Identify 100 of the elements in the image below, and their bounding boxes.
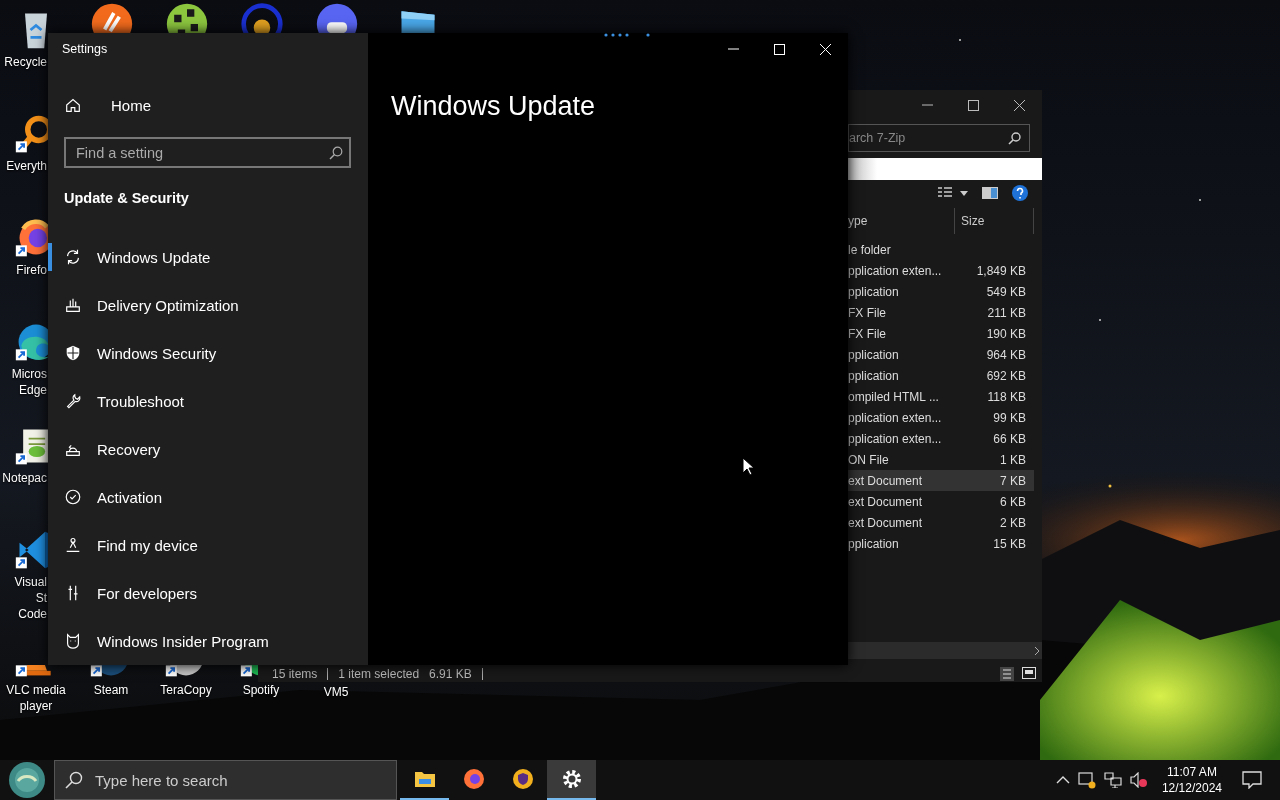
nav-item[interactable]: Activation bbox=[48, 473, 368, 521]
type-cell-text: FX File bbox=[848, 326, 887, 341]
minimize-icon bbox=[727, 48, 739, 50]
size-cell-text: 7 KB bbox=[999, 473, 1027, 488]
file-row[interactable]: pplication exten... 1,849 KB bbox=[848, 260, 1034, 281]
shield-icon bbox=[64, 344, 82, 362]
file-row[interactable]: ompiled HTML ... 118 KB bbox=[848, 386, 1034, 407]
file-row[interactable]: pplication exten... 66 KB bbox=[848, 428, 1034, 449]
scroll-right-icon[interactable] bbox=[1032, 645, 1042, 656]
file-row[interactable]: ext Document 6 KB bbox=[848, 491, 1034, 512]
page-title: Windows Update bbox=[390, 90, 597, 122]
size-cell-text: 1 KB bbox=[999, 452, 1027, 467]
file-row[interactable]: pplication 692 KB bbox=[848, 365, 1034, 386]
close-icon bbox=[1013, 99, 1025, 111]
size-cell-text: 549 KB bbox=[985, 284, 1027, 299]
type-cell-text: pplication exten... bbox=[848, 431, 943, 446]
type-cell-text: ext Document bbox=[848, 515, 924, 530]
loading-dots-icon bbox=[604, 33, 650, 37]
browser-icon bbox=[461, 767, 486, 791]
search-icon bbox=[65, 771, 83, 789]
large-icons-view-icon[interactable] bbox=[1022, 667, 1036, 679]
desktop-icon-label[interactable]: Steam bbox=[75, 682, 147, 698]
type-cell-text: ext Document bbox=[848, 473, 924, 488]
search-field[interactable]: arch 7-Zip bbox=[848, 124, 1030, 152]
file-row[interactable]: pplication exten... 99 KB bbox=[848, 407, 1034, 428]
address-bar[interactable] bbox=[848, 158, 1042, 180]
maximize-icon bbox=[967, 99, 979, 111]
help-icon[interactable] bbox=[1012, 185, 1028, 201]
size-cell-text: 692 KB bbox=[985, 368, 1027, 383]
search-icon bbox=[1008, 131, 1021, 145]
desktop-icon-label[interactable]: Spotify bbox=[225, 682, 297, 698]
item-count: 15 items bbox=[272, 668, 319, 680]
app-icon[interactable] bbox=[90, 2, 134, 33]
desktop-icon-label[interactable]: Firefo bbox=[0, 262, 47, 278]
window-title: Settings bbox=[61, 41, 109, 58]
shield-icon bbox=[510, 767, 535, 791]
type-cell-text: le folder bbox=[848, 242, 892, 257]
desktop-icon-label[interactable]: VM5 bbox=[300, 684, 372, 700]
check-circle-icon bbox=[64, 488, 82, 506]
minimize-icon bbox=[921, 104, 933, 106]
horizontal-scrollbar[interactable] bbox=[848, 642, 1042, 659]
nav-item[interactable]: Windows Insider Program bbox=[48, 617, 368, 665]
file-row[interactable]: ON File 1 KB bbox=[848, 449, 1034, 470]
file-row[interactable]: FX File 190 KB bbox=[848, 323, 1034, 344]
globe-icon[interactable] bbox=[165, 2, 209, 33]
size-cell-text: 964 KB bbox=[985, 347, 1027, 362]
column-header[interactable]: Size bbox=[955, 208, 1034, 234]
selection-info: 1 item selected bbox=[338, 668, 421, 680]
file-row[interactable]: ext Document 2 KB bbox=[848, 512, 1034, 533]
size-cell-text: 211 KB bbox=[986, 305, 1027, 320]
close-icon bbox=[819, 43, 831, 55]
cat-icon bbox=[64, 632, 82, 650]
clock-time[interactable]: 11:07 AM bbox=[1167, 764, 1217, 780]
desktop-icon-label[interactable]: TeraCopy bbox=[150, 682, 222, 698]
desktop-icon-label[interactable]: Everyth bbox=[0, 158, 47, 174]
sync-status-icon[interactable] bbox=[1077, 771, 1096, 789]
chevron-up-icon[interactable] bbox=[1055, 776, 1070, 784]
nav-item[interactable]: For developers bbox=[48, 569, 368, 617]
file-row[interactable]: FX File 211 KB bbox=[848, 302, 1034, 323]
size-cell-text: 1,849 KB bbox=[975, 263, 1027, 278]
file-row[interactable]: pplication 549 KB bbox=[848, 281, 1034, 302]
file-row[interactable]: le folder bbox=[848, 239, 1034, 260]
maximize-icon bbox=[773, 43, 785, 55]
nav-item[interactable]: Troubleshoot bbox=[48, 377, 368, 425]
clock-date[interactable]: 12/12/2024 bbox=[1161, 780, 1222, 796]
nav-item[interactable]: Windows Update bbox=[48, 233, 368, 281]
home-link[interactable]: Home bbox=[48, 81, 368, 129]
search-field[interactable]: Type here to search bbox=[54, 760, 397, 800]
type-cell-text: pplication bbox=[848, 347, 900, 362]
details-view-icon[interactable] bbox=[1000, 667, 1014, 681]
desktop-icon-label[interactable]: VLC media player bbox=[0, 682, 72, 714]
notification-icon[interactable] bbox=[1242, 771, 1262, 789]
size-cell-text: 190 KB bbox=[985, 326, 1027, 341]
desktop-icon-label[interactable]: Visual St Code bbox=[0, 574, 47, 622]
nav-item[interactable]: Windows Security bbox=[48, 329, 368, 377]
size-cell-text: 66 KB bbox=[992, 431, 1027, 446]
person-icon bbox=[64, 536, 82, 554]
app-icon[interactable] bbox=[240, 2, 284, 33]
nav-item[interactable]: Find my device bbox=[48, 521, 368, 569]
selection-size: 6.91 KB bbox=[429, 668, 473, 680]
selected-row[interactable]: ext Document 7 KB bbox=[848, 470, 1034, 491]
view-options-icon[interactable] bbox=[938, 187, 968, 199]
size-cell-text: 6 KB bbox=[999, 494, 1027, 509]
search-field[interactable]: Find a setting bbox=[64, 137, 351, 168]
size-cell-text: 2 KB bbox=[999, 515, 1027, 530]
desktop-icon-label[interactable]: Micros Edge bbox=[0, 366, 47, 398]
desktop-icon-label[interactable]: Notepac bbox=[0, 470, 47, 486]
desktop-icon-label[interactable]: Recycle bbox=[0, 54, 47, 70]
file-row[interactable]: pplication 15 KB bbox=[848, 533, 1034, 554]
nav-item[interactable]: Delivery Optimization bbox=[48, 281, 368, 329]
taskbar-app[interactable] bbox=[547, 760, 596, 800]
speaker-muted-icon[interactable] bbox=[1129, 772, 1148, 788]
cursor-icon bbox=[742, 457, 754, 476]
network-icon[interactable] bbox=[1103, 772, 1122, 788]
section-heading: Update & Security bbox=[63, 189, 190, 208]
type-cell-text: ext Document bbox=[848, 494, 924, 509]
type-cell-text: ompiled HTML ... bbox=[848, 389, 940, 404]
nav-item[interactable]: Recovery bbox=[48, 425, 368, 473]
file-row[interactable]: pplication 964 KB bbox=[848, 344, 1034, 365]
search-icon bbox=[329, 145, 343, 160]
